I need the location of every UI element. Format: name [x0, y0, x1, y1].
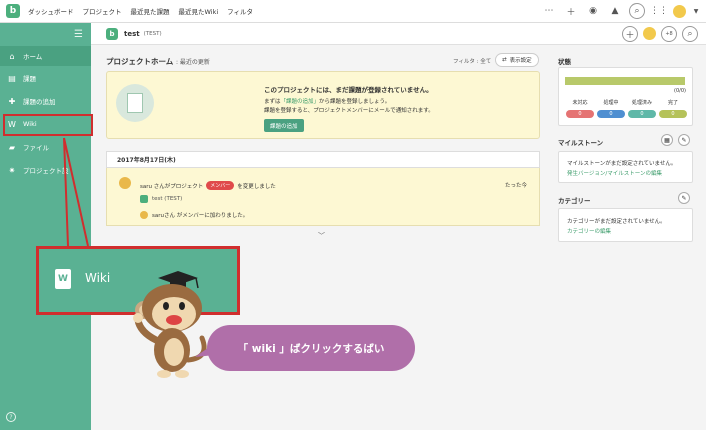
wiki-icon: W: [55, 269, 71, 289]
speech-bubble: 「 wiki 」ばクリックするばい: [207, 325, 415, 371]
monkey-mascot-icon: [133, 271, 207, 378]
wiki-zoom-label: Wiki: [85, 271, 111, 285]
